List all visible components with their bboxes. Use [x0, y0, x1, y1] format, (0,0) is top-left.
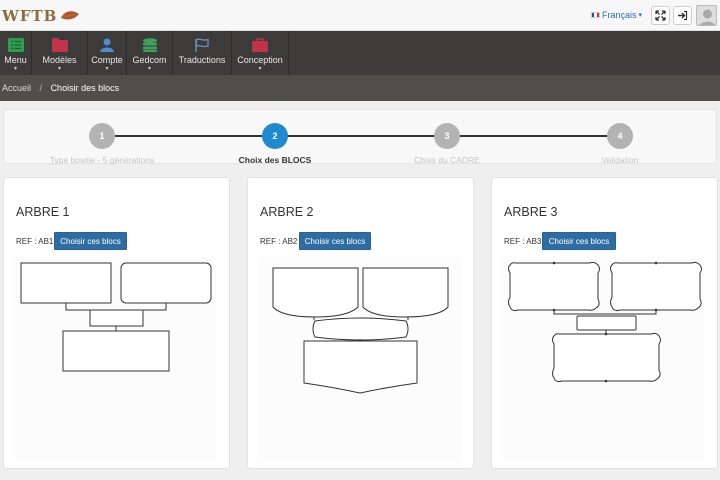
nav-label-menu: Menu	[4, 55, 27, 65]
list-icon	[7, 38, 24, 52]
chevron-down-icon: ▾	[638, 12, 643, 19]
top-bar: WFTB Français ▾	[0, 0, 720, 31]
wizard-step-2[interactable]: 2	[262, 123, 288, 149]
tree-preview-ornate[interactable]	[502, 257, 705, 462]
nav-item-traductions[interactable]: Traductions	[173, 31, 232, 75]
card-title: ARBRE 2	[260, 205, 314, 219]
wizard-step-4[interactable]: 4	[607, 123, 633, 149]
wizard-step-3-label: Choix du CADRE	[414, 155, 480, 165]
language-label: Français	[602, 10, 637, 20]
logo-text: WFTB	[2, 7, 58, 25]
logout-button[interactable]	[673, 6, 692, 25]
breadcrumb: Accueil / Choisir des blocs	[0, 75, 720, 101]
nav-label-gedcom: Gedcom	[132, 55, 167, 65]
card-ref: REF : AB1	[16, 237, 54, 246]
choose-blocks-button[interactable]: Choisir ces blocs	[542, 232, 616, 250]
tree-card-3: ARBRE 3 REF : AB3 Choisir ces blocs	[491, 177, 718, 469]
wizard-step-3[interactable]: 3	[434, 123, 460, 149]
wizard-step-4-label: Validation	[601, 155, 639, 165]
briefcase-icon	[252, 38, 268, 52]
expand-icon	[655, 10, 666, 21]
tree-diagram-curved	[272, 267, 449, 394]
wizard-step-1[interactable]: 1	[89, 123, 115, 149]
nav-caret-icon: ▾	[13, 66, 17, 72]
nav-item-gedcom[interactable]: Gedcom ▾	[127, 31, 173, 75]
card-ref: REF : AB3	[504, 237, 542, 246]
breadcrumb-home-link[interactable]: Accueil	[2, 83, 31, 93]
nav-label-traductions: Traductions	[178, 55, 226, 65]
card-title: ARBRE 3	[504, 205, 558, 219]
wizard-step-1-label: Type bowtie - 5 générations	[49, 155, 155, 165]
tree-diagram-plain	[20, 262, 212, 372]
tree-card-1: ARBRE 1 REF : AB1 Choisir ces blocs	[3, 177, 230, 469]
logo[interactable]: WFTB	[2, 5, 80, 27]
nav-caret-icon: ▾	[258, 66, 262, 72]
breadcrumb-current: Choisir des blocs	[50, 83, 120, 93]
choose-blocks-button[interactable]: Choisir ces blocs	[54, 232, 127, 250]
nav-caret-icon: ▾	[57, 66, 61, 72]
nav-item-conception[interactable]: Conception ▾	[232, 31, 289, 75]
user-avatar-icon[interactable]	[696, 5, 717, 26]
database-icon	[142, 38, 157, 52]
logout-icon	[678, 10, 688, 21]
nav-caret-icon: ▾	[105, 66, 109, 72]
card-ref: REF : AB2	[260, 237, 298, 246]
step-wizard: 1 2 3 4 Type bowtie - 5 générations Choi…	[3, 109, 717, 165]
nav-label-conception: Conception	[237, 55, 283, 65]
wizard-progress-line	[115, 135, 625, 137]
folder-icon	[51, 38, 68, 52]
tree-diagram-ornate	[508, 261, 702, 383]
breadcrumb-separator: /	[39, 83, 43, 93]
wizard-step-2-label: Choix des BLOCS	[238, 155, 312, 165]
french-flag-icon	[591, 12, 600, 18]
tree-card-2: ARBRE 2 REF : AB2 Choisir ces blocs	[247, 177, 474, 469]
main-nav: Menu ▾ Modèles ▾ Compte ▾ Gedcom ▾ Tradu…	[0, 31, 720, 75]
language-selector[interactable]: Français ▾	[591, 10, 642, 20]
nav-item-modeles[interactable]: Modèles ▾	[32, 31, 88, 75]
fullscreen-button[interactable]	[651, 6, 670, 25]
nav-caret-icon: ▾	[147, 66, 151, 72]
leaf-icon	[61, 11, 80, 20]
nav-label-compte: Compte	[91, 55, 123, 65]
nav-item-menu[interactable]: Menu ▾	[0, 31, 32, 75]
tree-preview-curved[interactable]	[258, 257, 461, 462]
flag-icon	[195, 38, 209, 52]
tree-preview-plain[interactable]	[14, 257, 217, 462]
nav-item-compte[interactable]: Compte ▾	[88, 31, 127, 75]
nav-label-modeles: Modèles	[42, 55, 77, 65]
choose-blocks-button[interactable]: Choisir ces blocs	[299, 232, 371, 250]
card-title: ARBRE 1	[16, 205, 70, 219]
user-icon	[100, 38, 114, 52]
